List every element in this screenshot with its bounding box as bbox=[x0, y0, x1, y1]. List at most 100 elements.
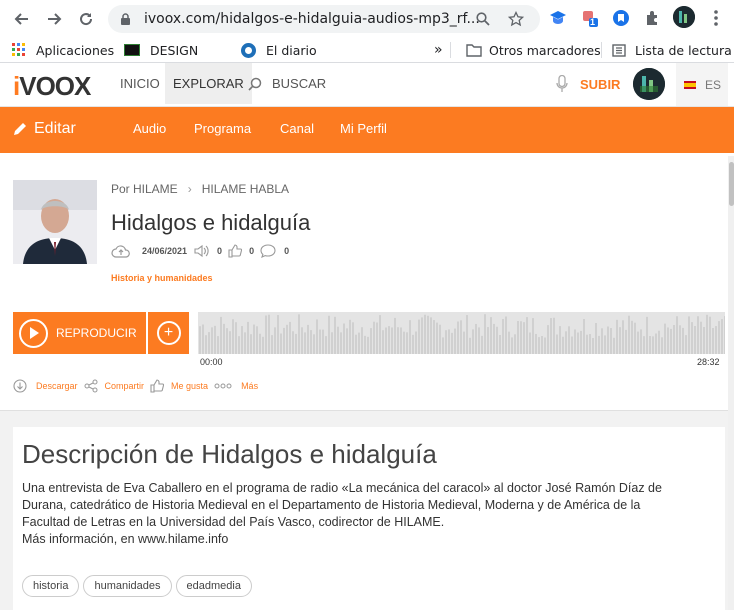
waveform-bar bbox=[646, 316, 648, 354]
breadcrumb-author[interactable]: Por HILAME bbox=[111, 182, 178, 196]
waveform-bar bbox=[274, 327, 276, 354]
waveform-bar bbox=[583, 319, 585, 354]
microphone-icon[interactable] bbox=[556, 74, 568, 98]
page-scrollbar[interactable] bbox=[728, 156, 734, 610]
extension-graduate-icon[interactable] bbox=[548, 8, 568, 28]
bookmarks-divider-2 bbox=[601, 42, 602, 58]
waveform-bar bbox=[223, 323, 225, 354]
back-icon[interactable] bbox=[10, 7, 34, 31]
waveform-bar bbox=[445, 330, 447, 354]
like-action[interactable]: Me gusta bbox=[150, 379, 208, 393]
browser-menu-icon[interactable] bbox=[706, 8, 726, 28]
edit-tab-audio[interactable]: Audio bbox=[133, 121, 166, 136]
more-action[interactable]: Más bbox=[214, 381, 258, 391]
language-selector[interactable]: ES bbox=[676, 63, 728, 106]
waveform-bar bbox=[283, 327, 285, 354]
waveform-bar bbox=[466, 315, 468, 354]
waveform-bar bbox=[436, 322, 438, 354]
edit-button[interactable]: Editar bbox=[12, 120, 76, 138]
comments-count: 0 bbox=[284, 246, 290, 256]
waveform-bar bbox=[622, 320, 624, 354]
reload-icon[interactable] bbox=[74, 7, 98, 31]
waveform-bar bbox=[310, 330, 312, 354]
waveform-bar bbox=[241, 326, 243, 354]
likes-count: 0 bbox=[249, 246, 255, 256]
play-button[interactable]: REPRODUCIR bbox=[13, 312, 146, 354]
tag-humanidades[interactable]: humanidades bbox=[83, 575, 172, 597]
waveform-bar bbox=[637, 331, 639, 354]
user-avatar[interactable] bbox=[633, 68, 665, 100]
breadcrumb-program[interactable]: HILAME HABLA bbox=[202, 182, 289, 196]
waveform-bar bbox=[205, 335, 207, 354]
waveform-bar bbox=[604, 335, 606, 354]
waveform-bar bbox=[547, 325, 549, 354]
waveform-bar bbox=[676, 316, 678, 354]
waveform-bar bbox=[334, 316, 336, 354]
waveform-bar bbox=[322, 329, 324, 354]
waveform-bar bbox=[580, 330, 582, 354]
zoom-icon[interactable] bbox=[476, 12, 490, 31]
edit-tab-canal[interactable]: Canal bbox=[280, 121, 314, 136]
waveform-bar bbox=[370, 328, 372, 354]
waveform-bar bbox=[253, 324, 255, 354]
waveform-bar bbox=[577, 332, 579, 354]
edit-tab-programa[interactable]: Programa bbox=[194, 121, 251, 136]
nav-buscar[interactable]: BUSCAR bbox=[248, 63, 326, 104]
episode-cover-image[interactable] bbox=[13, 180, 97, 264]
edit-tab-mi-perfil[interactable]: Mi Perfil bbox=[340, 121, 387, 136]
waveform-bar bbox=[649, 336, 651, 354]
upload-button[interactable]: SUBIR bbox=[580, 77, 620, 92]
nav-inicio[interactable]: INICIO bbox=[120, 63, 160, 104]
edit-toolbar: Editar Audio Programa Canal Mi Perfil bbox=[0, 107, 734, 153]
extensions-puzzle-icon[interactable] bbox=[643, 8, 663, 28]
waveform-bar bbox=[532, 318, 534, 354]
waveform-bar bbox=[292, 331, 294, 354]
waveform-bar bbox=[373, 321, 375, 354]
waveform-bar bbox=[406, 332, 408, 354]
bookmarks-overflow[interactable]: » bbox=[434, 41, 443, 59]
extension-puzzle-red-icon[interactable]: 1 bbox=[580, 8, 600, 28]
bookmarks-divider bbox=[450, 42, 451, 58]
reading-list[interactable]: Lista de lectura bbox=[612, 41, 732, 59]
episode-category[interactable]: Historia y humanidades bbox=[111, 273, 213, 283]
bookmark-folder-others[interactable]: Otros marcadores bbox=[466, 41, 601, 59]
waveform-bar bbox=[643, 336, 645, 354]
waveform-bar bbox=[685, 335, 687, 354]
waveform-bar bbox=[595, 323, 597, 354]
tag-edadmedia[interactable]: edadmedia bbox=[175, 575, 252, 597]
download-action[interactable]: Descargar bbox=[13, 379, 78, 393]
bookmark-eldiario[interactable]: El diario bbox=[241, 41, 317, 59]
share-action[interactable]: Compartir bbox=[84, 379, 144, 393]
waveform-bar bbox=[232, 319, 234, 354]
waveform-bar bbox=[337, 326, 339, 354]
waveform-bar bbox=[328, 315, 330, 354]
audio-waveform[interactable] bbox=[198, 312, 725, 354]
address-bar[interactable]: ivoox.com/hidalgos-e-hidalguia-audios-mp… bbox=[108, 5, 540, 33]
add-to-list-button[interactable]: + bbox=[148, 312, 189, 354]
waveform-bar bbox=[250, 334, 252, 354]
site-header: iVOOX INICIO EXPLORAR BUSCAR SUBIR ES bbox=[0, 63, 734, 107]
forward-icon[interactable] bbox=[42, 7, 66, 31]
waveform-bar bbox=[400, 327, 402, 354]
star-icon[interactable] bbox=[507, 10, 525, 32]
waveform-bar bbox=[634, 322, 636, 354]
waveform-bar bbox=[226, 328, 228, 354]
scrollbar-thumb[interactable] bbox=[729, 162, 734, 206]
bookmark-apps[interactable]: Aplicaciones bbox=[12, 41, 114, 59]
description-line: Una entrevista de Eva Caballero en el pr… bbox=[22, 481, 662, 495]
ivoox-logo[interactable]: iVOOX bbox=[13, 71, 91, 102]
waveform-bar bbox=[433, 320, 435, 354]
bookmark-design[interactable]: DESIGN bbox=[124, 41, 198, 59]
search-icon bbox=[248, 77, 262, 91]
waveform-bar bbox=[562, 336, 564, 354]
extension-bookmark-icon[interactable] bbox=[611, 8, 631, 28]
nav-explorar[interactable]: EXPLORAR bbox=[165, 63, 252, 104]
browser-toolbar: ivoox.com/hidalgos-e-hidalguia-audios-mp… bbox=[0, 0, 734, 37]
waveform-bar bbox=[358, 332, 360, 354]
waveform-bar bbox=[628, 315, 630, 354]
waveform-bar bbox=[694, 326, 696, 354]
profile-avatar[interactable] bbox=[673, 6, 695, 28]
waveform-bar bbox=[529, 332, 531, 354]
tag-historia[interactable]: historia bbox=[22, 575, 80, 597]
waveform-bar bbox=[271, 335, 273, 354]
